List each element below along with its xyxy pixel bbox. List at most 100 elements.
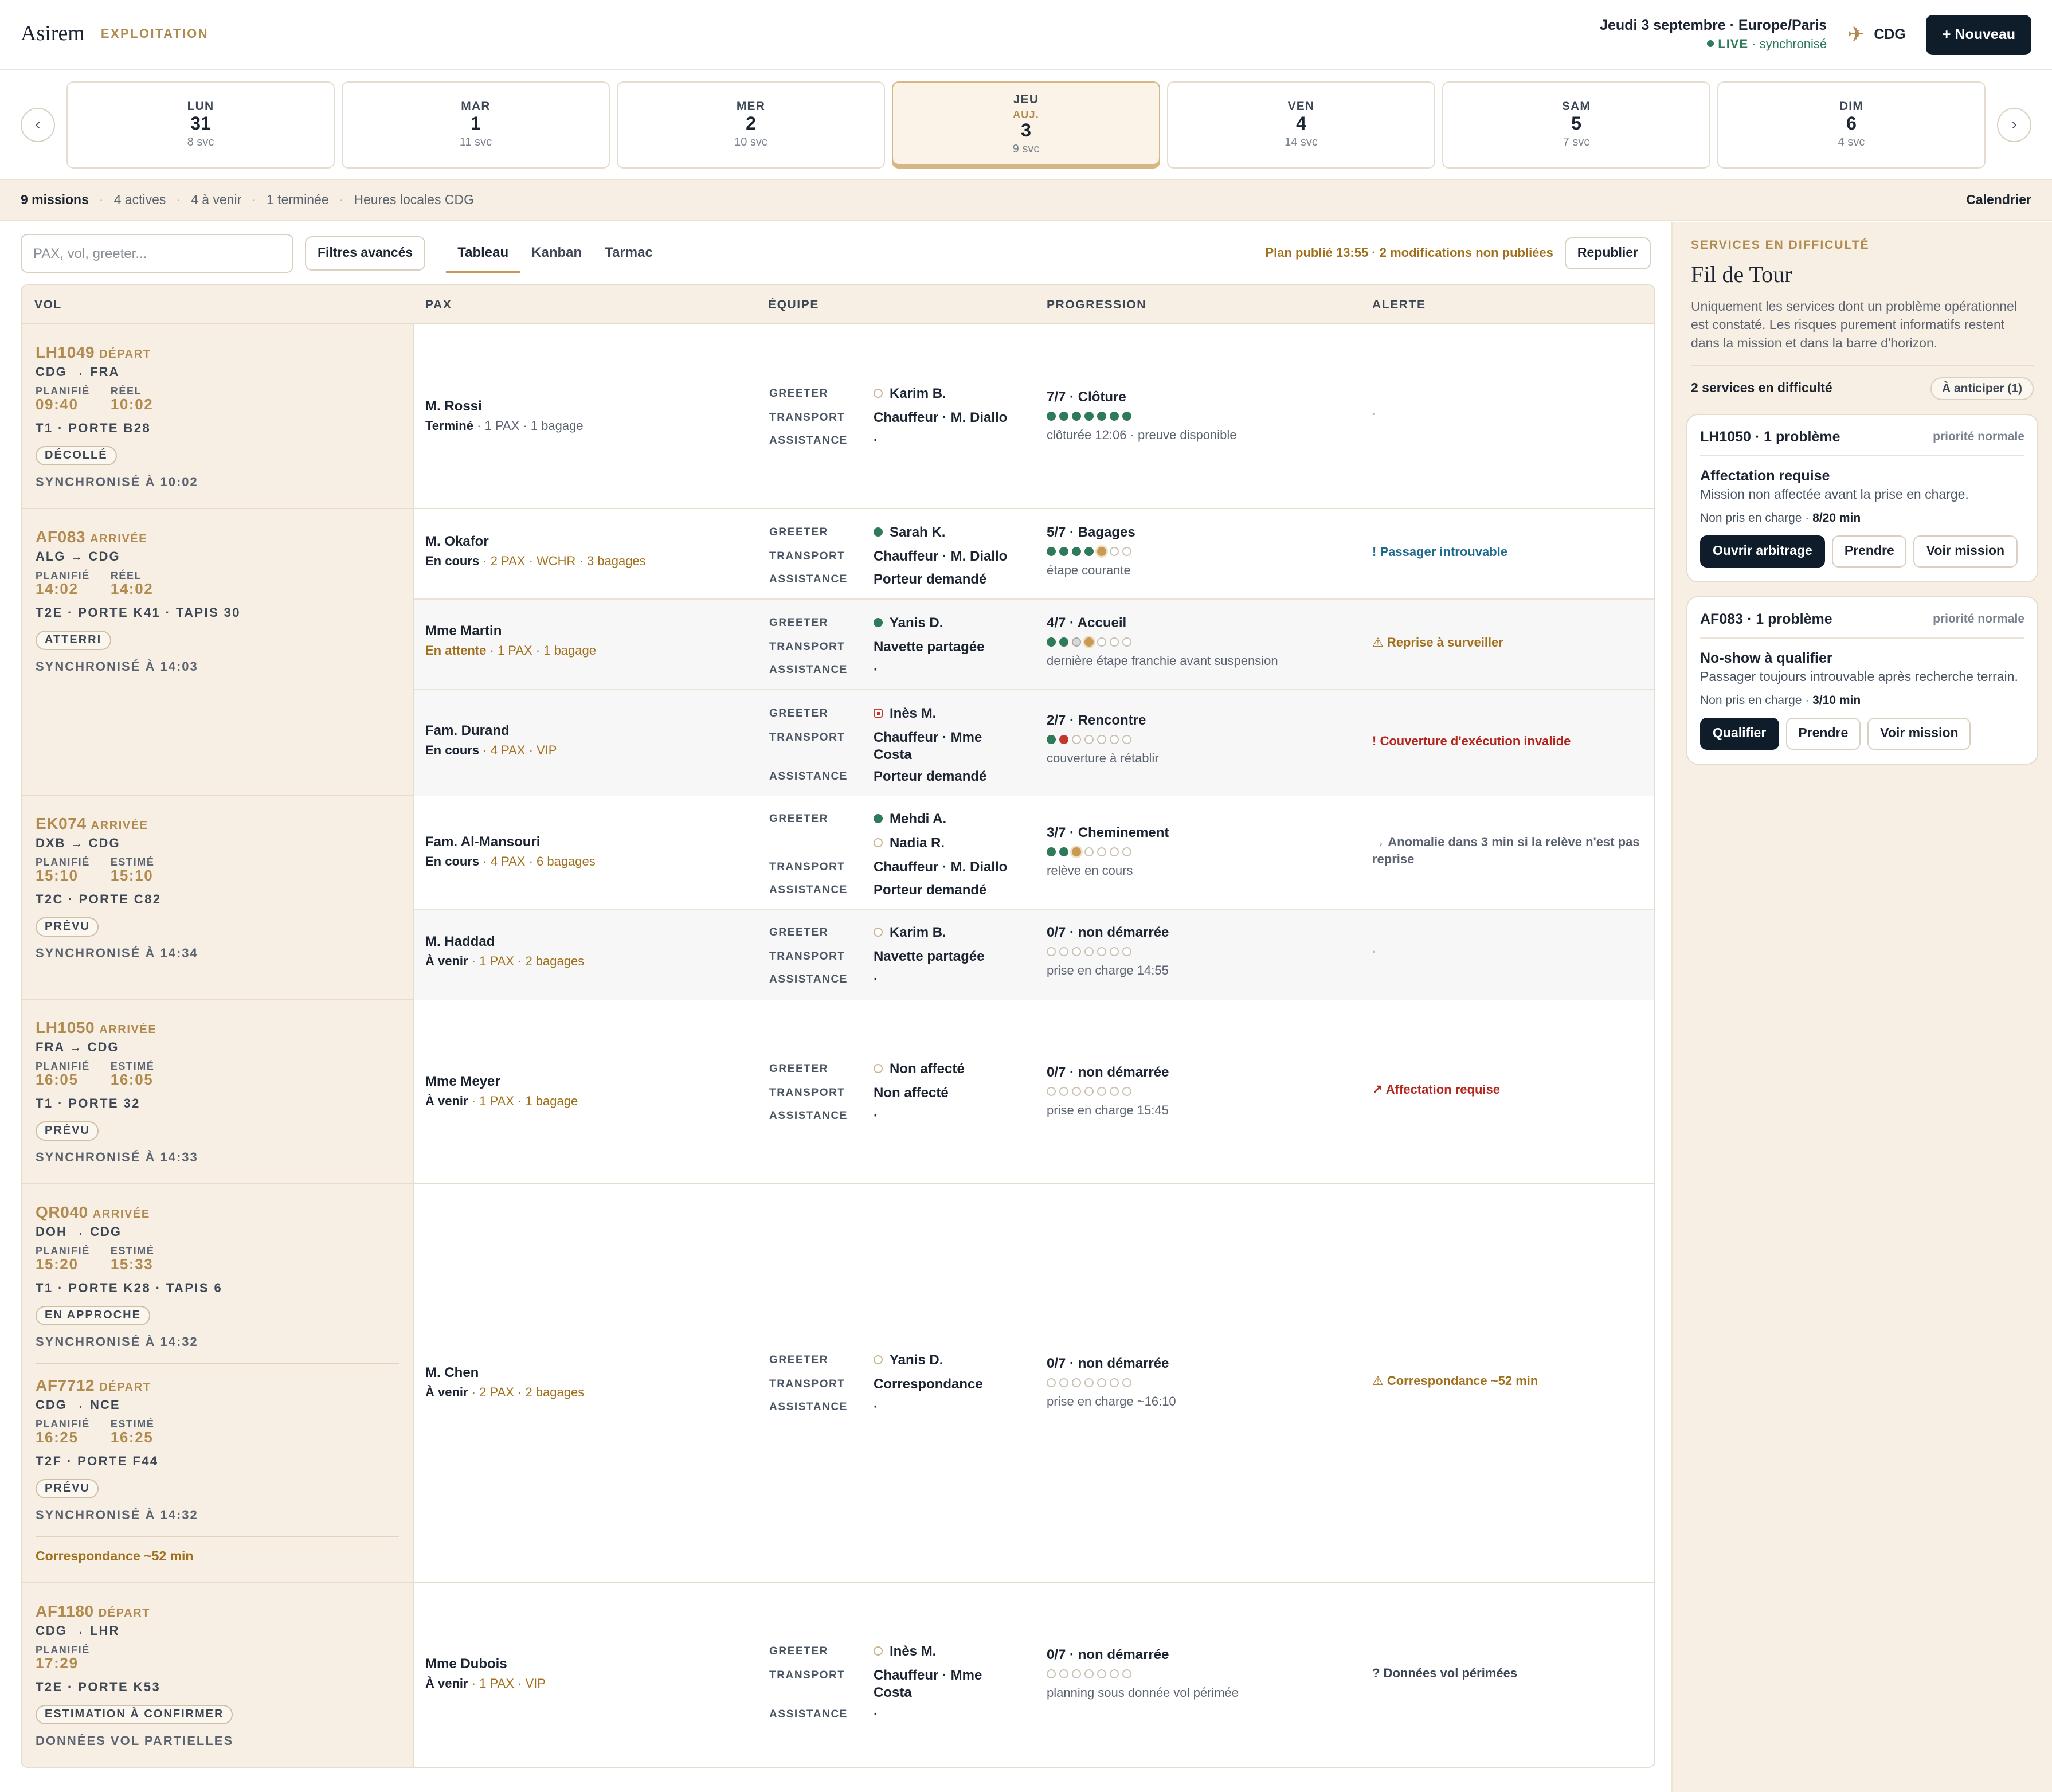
prev-week-button[interactable]: ‹ (21, 107, 55, 142)
greeter-name[interactable]: Yanis D. (874, 615, 1017, 632)
day-tab-mar[interactable]: MAR 1 11 svc (342, 81, 610, 168)
pax-cell[interactable]: Fam. Durand En cours · 4 PAX · VIP (425, 722, 557, 758)
col-vol[interactable]: VOL (34, 298, 62, 311)
flight-code[interactable]: QR040 (36, 1203, 88, 1221)
progress-cell[interactable]: 2/7 · Rencontre couverture à rétablir (1047, 712, 1159, 766)
col-progression[interactable]: PROGRESSION (1047, 298, 1146, 311)
alert-cell[interactable]: · (1372, 945, 1654, 962)
advanced-filters-button[interactable]: Filtres avancés (305, 236, 426, 271)
pax-cell[interactable]: M. Haddad À venir · 1 PAX · 2 bagages (425, 933, 584, 969)
card-title[interactable]: AF083 · 1 problème (1700, 612, 1832, 628)
alert-cell[interactable]: ⚠ Correspondance ~52 min (1372, 1374, 1654, 1391)
table-row[interactable]: M. Haddad À venir · 1 PAX · 2 bagages GREE… (414, 910, 1654, 1000)
alert-cell[interactable]: ! Couverture d'exécution invalide (1372, 734, 1654, 751)
greeter-name[interactable]: Yanis D. (874, 1352, 1017, 1369)
col-pax[interactable]: PAX (425, 298, 452, 311)
assistance-value[interactable]: Porteur demandé (874, 571, 1017, 588)
pax-cell[interactable]: Mme Martin En attente · 1 PAX · 1 bagage (425, 623, 596, 658)
upcoming-count[interactable]: 4 à venir (191, 193, 241, 207)
pax-cell[interactable]: M. Chen À venir · 2 PAX · 2 bagages (425, 1364, 584, 1400)
col-equipe[interactable]: ÉQUIPE (768, 298, 819, 311)
assistance-value[interactable]: · (874, 1399, 1017, 1416)
progress-cell[interactable]: 3/7 · Cheminement relève en cours (1047, 824, 1169, 878)
greeter-name[interactable]: Karim B. (874, 924, 1017, 941)
alert-cell[interactable]: ! Passager introuvable (1372, 545, 1654, 562)
day-tab-sam[interactable]: SAM 5 7 svc (1442, 81, 1710, 168)
pax-name[interactable]: M. Chen (425, 1364, 584, 1380)
flight-cell[interactable]: AF083 ARRIVÉE ALG → CDG PLANIFIÉ 14:02 RÉEL 14… (22, 509, 414, 795)
table-row[interactable]: Mme Martin En attente · 1 PAX · 1 bagage G… (414, 600, 1654, 690)
table-row[interactable]: Fam. Al-Mansouri En cours · 4 PAX · 6 bag… (414, 796, 1654, 910)
pax-name[interactable]: M. Haddad (425, 933, 584, 949)
alert-cell[interactable]: ? Données vol périmées (1372, 1666, 1654, 1683)
pax-name[interactable]: Mme Meyer (425, 1073, 578, 1089)
pax-name[interactable]: Fam. Al-Mansouri (425, 834, 596, 850)
table-row[interactable]: Fam. Durand En cours · 4 PAX · VIP GREETER… (414, 690, 1654, 796)
assistance-value[interactable]: · (874, 1706, 1017, 1723)
flight-code[interactable]: LH1049 (36, 343, 95, 361)
table-row[interactable]: M. Rossi Terminé · 1 PAX · 1 bagage GREETE… (414, 324, 1654, 509)
progress-cell[interactable]: 0/7 · non démarrée prise en charge 14:55 (1047, 924, 1169, 978)
assistance-value[interactable]: · (874, 432, 1017, 449)
republish-button[interactable]: Republier (1564, 237, 1651, 269)
pax-cell[interactable]: M. Okafor En cours · 2 PAX · WCHR · 3 bag… (425, 533, 646, 569)
actives-count[interactable]: 4 actives (114, 193, 166, 207)
flight-cell[interactable]: LH1050 ARRIVÉE FRA → CDG PLANIFIÉ 16:05 ESTIM… (22, 1000, 414, 1183)
alert-cell[interactable]: ↗ Affectation requise (1372, 1082, 1654, 1100)
anticipate-filter[interactable]: À anticiper (1) (1930, 377, 2034, 401)
flight-code[interactable]: EK074 (36, 814, 87, 832)
search-input[interactable] (21, 234, 293, 273)
table-row[interactable]: M. Chen À venir · 2 PAX · 2 bagages GREETE… (414, 1184, 1654, 1583)
flight-cell[interactable]: QR040 ARRIVÉE DOH → CDG PLANIFIÉ 15:20 ESTIMÉ… (22, 1184, 414, 1582)
assistance-value[interactable]: · (874, 971, 1017, 988)
greeter-name[interactable]: Sarah K. (874, 524, 1017, 541)
card-title[interactable]: LH1050 · 1 problème (1700, 429, 1840, 445)
greeter-name[interactable]: Inès M. (874, 1643, 1017, 1660)
greeter-name[interactable]: Inès M. (874, 705, 1017, 722)
flight-code[interactable]: AF1180 (36, 1602, 94, 1620)
card-primary-button[interactable]: Qualifier (1700, 718, 1779, 750)
flight-code[interactable]: LH1050 (36, 1018, 95, 1036)
card-take-button[interactable]: Prendre (1831, 535, 1907, 568)
assistance-value[interactable]: Porteur demandé (874, 768, 1017, 785)
new-button[interactable]: + Nouveau (1926, 14, 2031, 54)
pax-cell[interactable]: Fam. Al-Mansouri En cours · 4 PAX · 6 bag… (425, 834, 596, 869)
tab-tarmac[interactable]: Tarmac (593, 234, 664, 273)
progress-cell[interactable]: 5/7 · Bagages étape courante (1047, 524, 1135, 578)
transport-value[interactable]: Correspondance (874, 1376, 1017, 1393)
airport-selector[interactable]: ✈ CDG (1847, 24, 1906, 45)
done-count[interactable]: 1 terminée (267, 193, 329, 207)
progress-cell[interactable]: 0/7 · non démarrée prise en charge ~16:10 (1047, 1355, 1176, 1409)
transport-value[interactable]: Chauffeur · M. Diallo (874, 548, 1017, 565)
brand-logo[interactable]: Asirem (21, 22, 85, 47)
transport-value[interactable]: Chauffeur · M. Diallo (874, 409, 1017, 427)
next-week-button[interactable]: › (1997, 107, 2031, 142)
tab-tableau[interactable]: Tableau (446, 234, 520, 273)
assistance-value[interactable]: Porteur demandé (874, 882, 1017, 899)
flight-code[interactable]: AF083 (36, 527, 85, 546)
progress-cell[interactable]: 0/7 · non démarrée planning sous donnée v… (1047, 1646, 1239, 1700)
card-view-button[interactable]: Voir mission (1867, 718, 1971, 750)
alert-cell[interactable]: · (1372, 407, 1654, 424)
transport-value[interactable]: Navette partagée (874, 639, 1017, 656)
alert-cell[interactable]: ⚠ Reprise à surveiller (1372, 635, 1654, 652)
pax-name[interactable]: M. Okafor (425, 533, 646, 549)
calendar-link[interactable]: Calendrier (1966, 193, 2031, 207)
flight-cell[interactable]: LH1049 DÉPART CDG → FRA PLANIFIÉ 09:40 RÉEL 10… (22, 324, 414, 508)
alert-cell[interactable]: → Anomalie dans 3 min si la relève n'est… (1372, 835, 1654, 868)
table-row[interactable]: Mme Dubois À venir · 1 PAX · VIP GREETER In… (414, 1583, 1654, 1767)
progress-cell[interactable]: 0/7 · non démarrée prise en charge 15:45 (1047, 1064, 1169, 1118)
greeter-name[interactable]: Karim B. (874, 385, 1017, 402)
tab-kanban[interactable]: Kanban (520, 234, 593, 273)
transport-value[interactable]: Chauffeur · Mme Costa (874, 1667, 1017, 1701)
greeter-name[interactable]: Mehdi A. (874, 811, 1017, 828)
progress-cell[interactable]: 4/7 · Accueil dernière étape franchie ava… (1047, 615, 1278, 668)
flight-cell[interactable]: EK074 ARRIVÉE DXB → CDG PLANIFIÉ 15:10 ESTIMÉ… (22, 796, 414, 999)
greeter-name[interactable]: Non affecté (874, 1061, 1017, 1078)
day-tab-ven[interactable]: VEN 4 14 svc (1167, 81, 1435, 168)
pax-name[interactable]: Mme Martin (425, 623, 596, 639)
transport-value[interactable]: Non affecté (874, 1085, 1017, 1102)
table-row[interactable]: M. Okafor En cours · 2 PAX · WCHR · 3 bag… (414, 509, 1654, 600)
pax-name[interactable]: M. Rossi (425, 398, 584, 414)
pax-name[interactable]: Mme Dubois (425, 1656, 546, 1672)
